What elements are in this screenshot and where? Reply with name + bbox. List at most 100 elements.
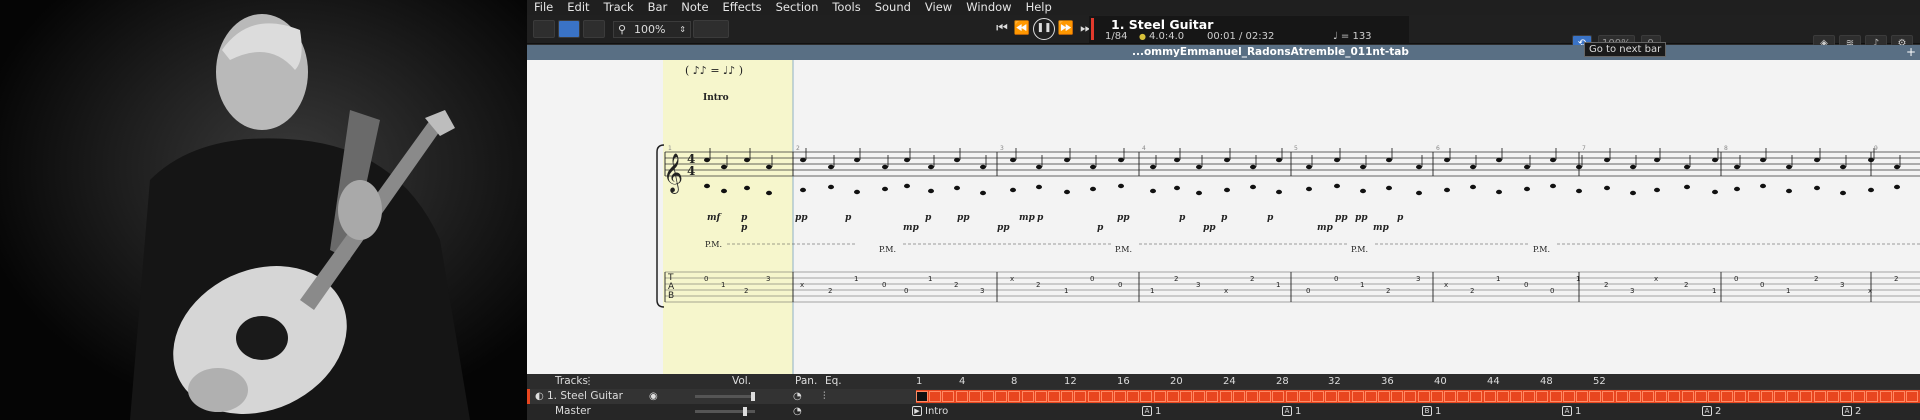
bar-block[interactable] — [1048, 391, 1060, 402]
bar-block[interactable] — [1074, 391, 1087, 402]
bar-block[interactable] — [1668, 391, 1681, 402]
bar-block[interactable] — [1510, 391, 1522, 402]
pan-knob-icon[interactable]: ◔ — [793, 389, 802, 404]
menu-sound[interactable]: Sound — [868, 0, 918, 15]
bar-block[interactable] — [1206, 391, 1219, 402]
bar-block[interactable] — [1166, 391, 1179, 402]
bar-block[interactable] — [1813, 391, 1826, 402]
bar-block[interactable] — [1180, 391, 1192, 402]
bar-block[interactable] — [1642, 391, 1654, 402]
bar-block[interactable] — [1589, 391, 1602, 402]
bar-block[interactable] — [1219, 391, 1232, 402]
section-marker[interactable]: A1 — [1562, 404, 1581, 419]
bar-block[interactable] — [1457, 391, 1470, 402]
pause-button[interactable]: ❚❚ — [1033, 18, 1055, 40]
bar-block[interactable] — [1351, 391, 1364, 402]
track-timeline[interactable] — [916, 390, 1920, 403]
section-marker[interactable]: A1 — [1142, 404, 1161, 419]
section-marker[interactable]: A2 — [1702, 404, 1721, 419]
bar-block[interactable] — [1417, 391, 1430, 402]
bar-block[interactable] — [1404, 391, 1417, 402]
bar-block[interactable] — [1549, 391, 1562, 402]
bar-block[interactable] — [1734, 391, 1747, 402]
bar-block[interactable] — [1892, 391, 1905, 402]
bar-block[interactable] — [929, 391, 942, 402]
previous-bar-icon[interactable]: ⏪ — [1013, 19, 1031, 39]
bar-block[interactable] — [1298, 391, 1311, 402]
bar-block[interactable] — [1760, 391, 1773, 402]
lcd-track-title[interactable]: 1. Steel Guitar — [1111, 17, 1213, 32]
bar-block[interactable] — [1193, 391, 1206, 402]
tracks-options-icon[interactable]: ⋮ — [584, 374, 594, 389]
menu-file[interactable]: File — [527, 0, 560, 15]
zoom-select[interactable]: ⚲ 100% ⇕ — [613, 21, 691, 38]
menu-effects[interactable]: Effects — [716, 0, 769, 15]
bar-block[interactable] — [1364, 391, 1377, 402]
bar-block[interactable] — [1628, 391, 1641, 402]
menu-note[interactable]: Note — [674, 0, 715, 15]
panel-right-toggle-button[interactable] — [583, 20, 605, 38]
bar-block[interactable] — [1021, 391, 1034, 402]
bar-block[interactable] — [942, 391, 955, 402]
master-pan-knob-icon[interactable]: ◔ — [793, 404, 802, 419]
bar-block[interactable] — [1034, 391, 1047, 402]
bar-block[interactable] — [1747, 391, 1760, 402]
bar-block[interactable] — [1338, 391, 1351, 402]
bar-block[interactable] — [1061, 391, 1074, 402]
bar-block[interactable] — [1444, 391, 1456, 402]
bar-block[interactable] — [1694, 391, 1707, 402]
section-marker[interactable]: ▶ Intro — [912, 404, 948, 419]
section-marker[interactable]: A2 — [1842, 404, 1861, 419]
go-to-start-icon[interactable]: ⏮ — [993, 19, 1011, 39]
bar-block[interactable] — [1391, 391, 1404, 402]
bar-block[interactable] — [1312, 391, 1324, 402]
bar-block[interactable] — [1826, 391, 1839, 402]
bar-block[interactable] — [1114, 391, 1126, 402]
bar-block[interactable] — [1602, 391, 1615, 402]
menu-window[interactable]: Window — [959, 0, 1018, 15]
track-name[interactable]: 1. Steel Guitar — [547, 389, 623, 404]
bar-block[interactable] — [1536, 391, 1549, 402]
menu-edit[interactable]: Edit — [560, 0, 596, 15]
bar-block[interactable] — [1562, 391, 1575, 402]
bar-block[interactable] — [1708, 391, 1720, 402]
bar-block[interactable] — [1800, 391, 1813, 402]
layout-select[interactable] — [693, 20, 729, 38]
bar-block[interactable] — [968, 391, 981, 402]
master-volume-handle[interactable] — [743, 407, 747, 416]
bar-block[interactable] — [1787, 391, 1800, 402]
bar-block[interactable] — [1483, 391, 1496, 402]
bar-block[interactable] — [1879, 391, 1892, 402]
bar-block[interactable] — [1246, 391, 1258, 402]
bar-block[interactable] — [1470, 391, 1483, 402]
bar-block[interactable] — [1681, 391, 1694, 402]
bar-block[interactable] — [1840, 391, 1852, 402]
add-tab-icon[interactable]: + — [1906, 45, 1916, 59]
bar-block[interactable] — [1100, 391, 1113, 402]
bar-block[interactable] — [1087, 391, 1100, 402]
bar-block[interactable] — [1232, 391, 1245, 402]
panel-left-toggle-button[interactable] — [533, 20, 555, 38]
bar-block[interactable] — [1866, 391, 1879, 402]
next-bar-icon[interactable]: ⏩ — [1057, 19, 1075, 39]
bar-block[interactable] — [1906, 391, 1918, 402]
menu-section[interactable]: Section — [769, 0, 826, 15]
bar-block[interactable] — [1576, 391, 1588, 402]
bar-block[interactable] — [1721, 391, 1734, 402]
bar-block[interactable] — [1259, 391, 1272, 402]
volume-slider-track[interactable] — [695, 395, 755, 398]
section-marker[interactable]: B1 — [1422, 404, 1441, 419]
bar-block[interactable] — [1325, 391, 1338, 402]
track-row-steel-guitar[interactable]: ◐ 1. Steel Guitar ◉ ◔ ⫶ — [527, 389, 1920, 404]
bar-block[interactable] — [1127, 391, 1140, 402]
visibility-eye-icon[interactable]: ◉ — [649, 389, 658, 404]
volume-slider-handle[interactable] — [751, 392, 755, 401]
menu-track[interactable]: Track — [597, 0, 641, 15]
bar-block[interactable] — [1774, 391, 1786, 402]
bar-block[interactable] — [1153, 391, 1166, 402]
bar-block[interactable] — [1655, 391, 1668, 402]
document-tab[interactable]: ...ommyEmmanuel_RadonsAtremble_011nt-tab — [1132, 46, 1409, 58]
bar-block[interactable] — [995, 391, 1008, 402]
bar-block[interactable] — [1615, 391, 1628, 402]
section-marker[interactable]: A1 — [1282, 404, 1301, 419]
